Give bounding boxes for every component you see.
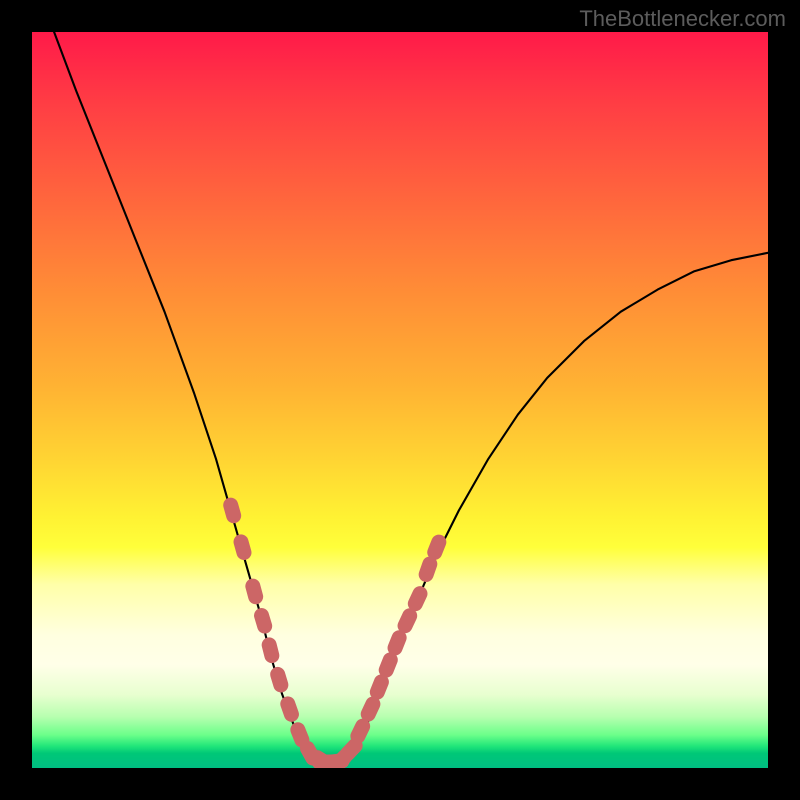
chart-svg [32, 32, 768, 768]
marker-dot [268, 665, 290, 694]
marker-dot [221, 496, 242, 525]
frame: TheBottlenecker.com [0, 0, 800, 800]
curve-path [54, 32, 768, 762]
marker-dot [252, 606, 274, 635]
marker-dot [260, 636, 281, 665]
marker-layer [221, 496, 448, 768]
marker-dot [232, 533, 253, 562]
marker-dot [244, 577, 265, 606]
watermark-text: TheBottlenecker.com [579, 6, 786, 32]
bottleneck-curve [54, 32, 768, 762]
plot-area [32, 32, 768, 768]
marker-dot [278, 694, 301, 723]
